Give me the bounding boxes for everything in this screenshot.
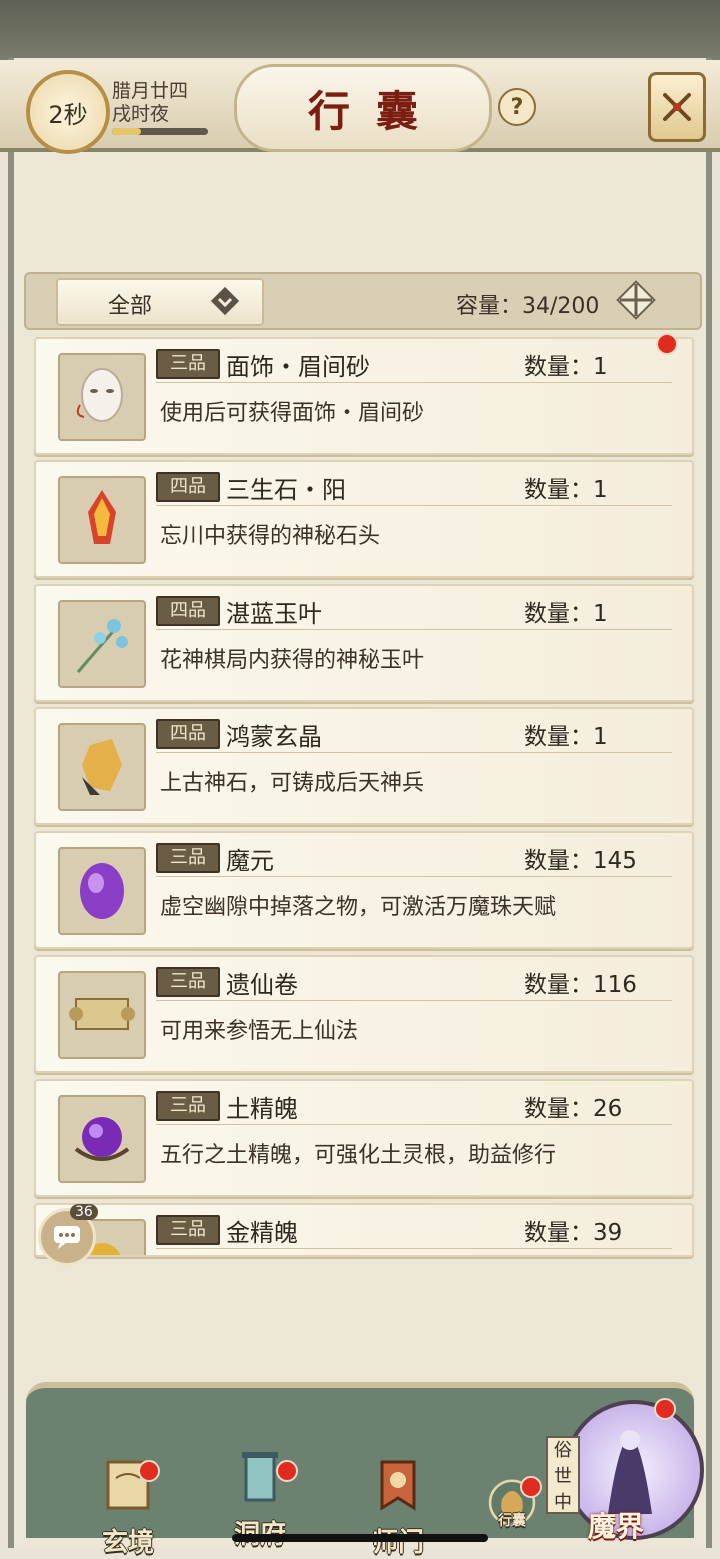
- item-name: 三生石・阳: [226, 476, 346, 504]
- fire-crystal-icon: [88, 490, 116, 544]
- blue-flower-icon: [76, 619, 128, 673]
- item-divider: [156, 629, 672, 630]
- item-thumbnail: [58, 723, 146, 811]
- item-divider: [156, 505, 672, 506]
- item-thumbnail: [58, 476, 146, 564]
- notification-dot: [138, 1460, 160, 1482]
- item-description: 忘川中获得的神秘石头: [160, 524, 381, 549]
- item-quantity: 数量：1: [524, 724, 608, 750]
- timer-text: 2秒: [48, 100, 88, 129]
- item-thumbnail: [58, 847, 146, 935]
- item-thumbnail: [58, 600, 146, 688]
- close-icon: [663, 93, 691, 121]
- game-time: 戌时夜: [112, 103, 170, 125]
- item-thumbnail: [58, 1095, 146, 1183]
- scroll-icon: [69, 998, 135, 1030]
- grade-badge: 三品: [156, 843, 220, 873]
- demon-tag-char: 中: [554, 1492, 572, 1513]
- demon-status-tag: 俗 世 中: [546, 1436, 580, 1514]
- expand-icon[interactable]: [614, 278, 658, 322]
- demon-tag-char: 俗: [554, 1440, 572, 1461]
- category-dropdown[interactable]: 全部: [56, 278, 264, 326]
- item-name: 湛蓝玉叶: [226, 600, 322, 628]
- list-item[interactable]: 四品 三生石・阳 数量：1 忘川中获得的神秘石头: [34, 460, 694, 578]
- grade-badge: 三品: [156, 1215, 220, 1245]
- purple-orb-icon: [74, 1117, 130, 1161]
- item-quantity: 数量：145: [524, 848, 637, 874]
- item-quantity: 数量：116: [524, 972, 637, 998]
- item-name: 遗仙卷: [226, 971, 298, 999]
- list-item[interactable]: 三品 魔元 数量：145 虚空幽隙中掉落之物，可激活万魔珠天赋: [34, 831, 694, 949]
- page-title: 行囊: [307, 86, 444, 136]
- item-description: 上古神石，可铸成后天神兵: [160, 771, 425, 796]
- item-quantity: 数量：39: [524, 1220, 623, 1246]
- item-quantity: 数量：26: [524, 1096, 623, 1122]
- list-item[interactable]: 三品 金精魄 数量：39: [34, 1203, 694, 1257]
- item-divider: [156, 382, 672, 383]
- item-description: 使用后可获得面饰・眉间砂: [160, 401, 425, 426]
- item-divider: [156, 752, 672, 753]
- grade-badge: 三品: [156, 1091, 220, 1121]
- item-quantity: 数量：1: [524, 601, 608, 627]
- grade-badge: 四品: [156, 596, 220, 626]
- list-item[interactable]: 四品 湛蓝玉叶 数量：1 花神棋局内获得的神秘玉叶: [34, 584, 694, 702]
- notification-dot: [520, 1476, 542, 1498]
- nav-xuanjing[interactable]: 玄境: [80, 1454, 176, 1559]
- item-description: 虚空幽隙中掉落之物，可激活万魔珠天赋: [160, 895, 557, 920]
- item-divider: [156, 1248, 672, 1249]
- item-divider: [156, 1000, 672, 1001]
- timer-badge: 2秒: [26, 70, 110, 154]
- item-quantity: 数量：1: [524, 477, 608, 503]
- item-description: 花神棋局内获得的神秘玉叶: [160, 648, 425, 673]
- chevron-down-icon: [210, 286, 240, 316]
- nav-label: 玄境: [101, 1528, 154, 1558]
- item-thumbnail: [58, 971, 146, 1059]
- time-progress-bar: [112, 128, 208, 135]
- home-indicator: [232, 1534, 488, 1542]
- item-thumbnail: [58, 353, 146, 441]
- chat-icon: [54, 1226, 80, 1249]
- demon-realm-label: 魔界: [588, 1510, 645, 1543]
- nav-label: 洞府: [212, 1514, 308, 1551]
- list-item[interactable]: 四品 鸿蒙玄晶 数量：1 上古神石，可铸成后天神兵: [34, 707, 694, 825]
- list-item[interactable]: 三品 面饰・眉间砂 数量：1 使用后可获得面饰・眉间砂: [34, 337, 694, 455]
- grade-badge: 三品: [156, 349, 220, 379]
- banner-icon: [380, 1460, 416, 1511]
- item-name: 金精魄: [226, 1219, 298, 1247]
- grade-badge: 三品: [156, 967, 220, 997]
- category-selected: 全部: [108, 294, 153, 319]
- notification-dot: [654, 1398, 676, 1420]
- purple-gem-icon: [80, 863, 124, 919]
- gold-crystal-icon: [82, 739, 122, 795]
- item-name: 魔元: [226, 847, 274, 875]
- grade-badge: 四品: [156, 472, 220, 502]
- item-description: 五行之土精魄，可强化土灵根，助益修行: [160, 1143, 557, 1168]
- time-progress-fill: [112, 128, 141, 135]
- notification-dot: [276, 1460, 298, 1482]
- item-name: 土精魄: [226, 1095, 298, 1123]
- capacity-label: 容量：34/200: [456, 294, 600, 319]
- list-item[interactable]: 三品 土精魄 数量：26 五行之土精魄，可强化土灵根，助益修行: [34, 1079, 694, 1197]
- demon-tag-char: 世: [554, 1466, 572, 1487]
- help-icon[interactable]: ?: [498, 88, 536, 126]
- item-quantity: 数量：1: [524, 354, 608, 380]
- title-plaque: 行囊: [234, 64, 492, 152]
- new-item-dot: [656, 333, 678, 355]
- top-decoration: [0, 0, 720, 60]
- item-divider: [156, 1124, 672, 1125]
- grade-badge: 四品: [156, 719, 220, 749]
- chat-count-badge: 36: [70, 1204, 98, 1220]
- item-name: 鸿蒙玄晶: [226, 723, 322, 751]
- list-item[interactable]: 三品 遗仙卷 数量：116 可用来参悟无上仙法: [34, 955, 694, 1073]
- close-button[interactable]: [648, 72, 706, 142]
- nav-shimen[interactable]: 师门: [350, 1454, 446, 1559]
- item-description: 可用来参悟无上仙法: [160, 1019, 359, 1044]
- mask-icon: [76, 368, 123, 422]
- item-divider: [156, 876, 672, 877]
- item-name: 面饰・眉间砂: [226, 353, 370, 381]
